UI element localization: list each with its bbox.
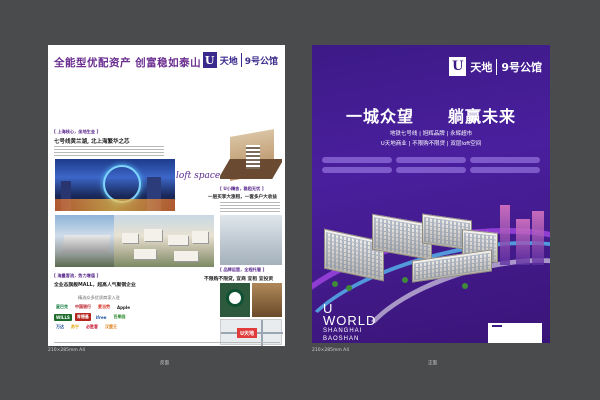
title-right: 躺赢未来 [447,107,516,126]
contact-box [488,323,542,343]
feature-line-2: U天地商业 | 不限购不限贷 | 双层loft空间 [380,141,482,147]
project-name: 9号公馆 [244,56,278,67]
front-brand-logo: U 天地 9号公馆 [449,57,542,76]
tag-label-location: [ 上海核心，坐地生金 ] [54,129,99,134]
front-title: 一城众望 躺赢未来 [346,103,516,127]
front-size-caption: 210×285mm A4 [312,348,350,353]
loft-interior-image [220,129,282,185]
title-left: 一城众望 [346,107,415,126]
tag-label-rent: [ U小精舍，稳租无忧 ] [220,186,264,191]
u-world-wordmark: U WORLD SHANGHAI BAOSHAN [323,302,377,343]
tag-headline-traffic: 全业态旗舰MALL，超高人气聚钢企业 [54,283,136,288]
city-name: SHANGHAI [323,328,363,334]
brand-logo: 麦当劳 [98,304,110,309]
aerial-city-image [114,215,214,267]
back-headline: 全能型优配资产 创富稳如泰山 [54,57,202,69]
brand-logo: 苏宁 [71,324,79,329]
brand-logo: 百果园 [113,314,126,319]
district-name: BAOSHAN [323,336,360,342]
footer-disclaimer [54,342,280,345]
body-text-block [54,146,164,156]
brand-logo: 万达 [56,324,64,329]
logo-caption: 精选众多优质商家入驻 [78,295,120,300]
brand-logo: Apple [117,304,130,310]
brand-logo: ifree [95,314,107,320]
tag-label-traffic: [ 海量客流，势力增值 ] [54,273,99,278]
night-city-image [55,159,175,211]
feature-line-1: 地铁七号线 | 旭辉品牌 | 永辉超市 [389,131,473,137]
logo-divider [496,58,498,75]
back-side-caption: 反面 [160,361,169,366]
tag-headline-brand: 不限购不限贷, 宜商 宜租 宜投资 [204,277,274,282]
brand-logo: WILLS [54,313,72,321]
back-brand-logo: U 天地 9号公馆 [202,52,278,68]
building-render-image [220,215,282,265]
map-pin: U天地 [237,328,257,338]
brand-logo-grid: 星巴克 中国银行 麦当劳 Apple WILLS 肯德基 ifree 百果园 万… [54,303,172,343]
loft-space-text: loft space [176,171,221,181]
mall-exterior-image [55,215,115,267]
front-side-flyer: U 天地 9号公馆 一城众望 躺赢未来 地铁七号线 | 旭辉品牌 | 永辉超市 … [312,45,550,343]
cafe-people-image [252,283,282,317]
front-side-caption: 正面 [428,361,437,366]
logo-divider [240,53,242,67]
tag-label-brand: [ 品牌运营，全程托管 ] [220,267,265,272]
brand-logo: 中国银行 [75,304,91,309]
brand-logo: 星巴克 [56,304,68,309]
world-text: WORLD [323,313,377,328]
brand-name: 天地 [219,56,238,67]
tag-headline-rent: 一层买享大涨租，一套多户大收益 [208,195,277,200]
feature-pills [322,157,540,183]
brand-logo: 汉堡王 [105,324,117,329]
tag-headline-location: 七号线黄兰湖, 北上海繁华之芯 [54,139,130,145]
brand-logo: 必胜客 [86,324,98,329]
starbucks-storefront-image [220,283,250,317]
project-name: 9号公馆 [501,60,542,74]
body-text-block-2 [220,202,280,212]
u-logo-mark: U [202,52,217,68]
back-size-caption: 210×285mm A4 [48,348,86,353]
u-logo-mark: U [449,57,467,76]
brand-logo: 肯德基 [74,313,91,321]
brand-name: 天地 [470,60,493,74]
back-side-flyer: 全能型优配资产 创富稳如泰山 U 天地 9号公馆 [ 上海核心，坐地生金 ] 七… [48,45,285,346]
